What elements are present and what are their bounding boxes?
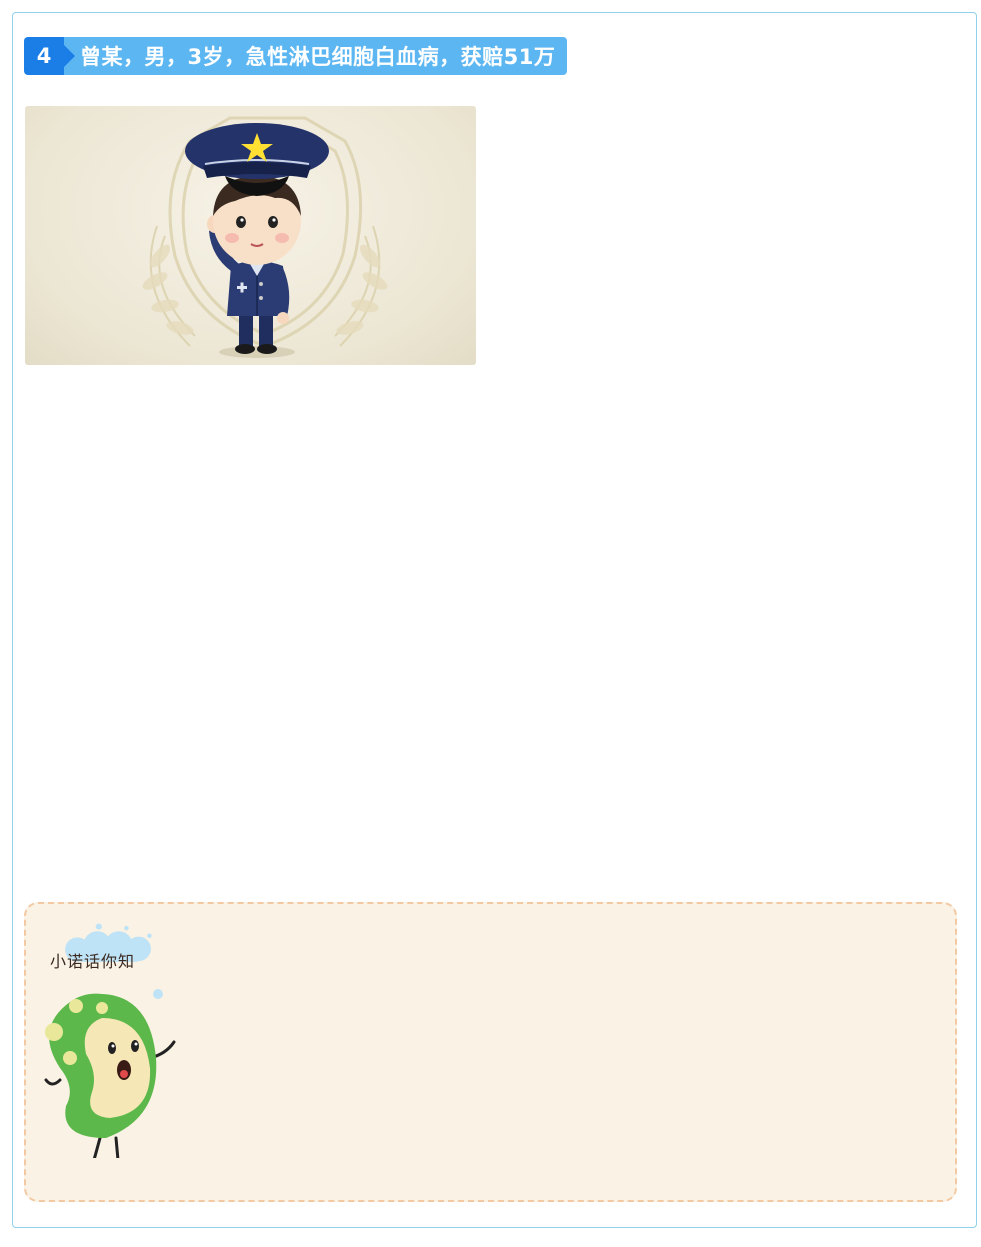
section-title-bar: 4 曾某，男，3岁，急性淋巴细胞白血病，获赔51万 xyxy=(24,37,568,75)
police-officer-image xyxy=(142,116,388,358)
mascot-character-icon xyxy=(44,989,176,1158)
bubble-label: 小诺话你知 xyxy=(50,952,136,971)
section-number-badge: 4 xyxy=(24,37,75,75)
section-title: 曾某，男，3岁，急性淋巴细胞白血病，获赔51万 xyxy=(64,37,568,75)
tip-box: 小诺话你知 xyxy=(24,902,957,1202)
police-illustration xyxy=(25,106,476,365)
